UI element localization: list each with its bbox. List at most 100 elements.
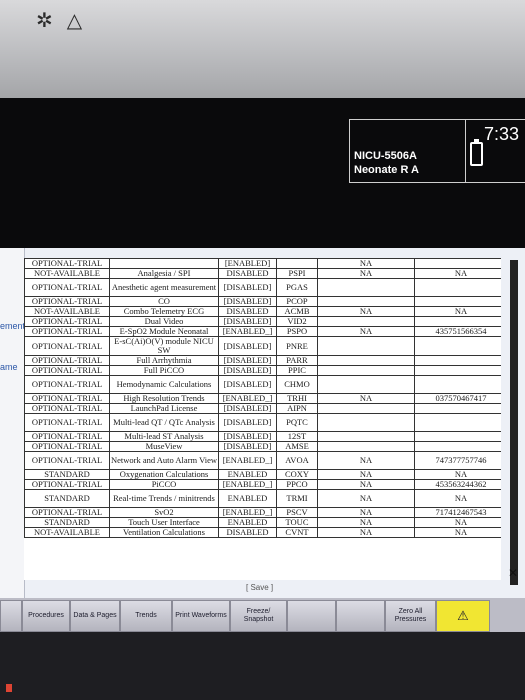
key-cell [317,413,415,432]
state-cell: [DISABLED] [218,296,277,307]
toolbar-button[interactable]: Zero All Pressures [385,600,436,632]
table-row: STANDARD Touch User Interface ENABLED TOUC N… [24,517,501,528]
status-cell: STANDARD [24,517,110,528]
state-cell: [DISABLED] [218,441,277,452]
status-cell: OPTIONAL-TRIAL [24,403,110,414]
left-menu-pane: ement ame [0,248,25,598]
status-cell: OPTIONAL-TRIAL [24,326,110,337]
table-row: STANDARD Real-time Trends / minitrends ENA… [24,489,501,508]
code-cell: TRMI [276,489,318,508]
toolbar-button[interactable]: Data & Pages [70,600,120,632]
code-cell: PSPO [276,326,318,337]
feature-cell: Full PiCCO [109,365,219,376]
feature-cell: Dual Video [109,316,219,327]
table-row: OPTIONAL-TRIAL Network and Auto Alarm Vie… [24,451,501,470]
license-cell: NA [414,517,501,528]
state-cell: [ENABLED_] [218,507,277,518]
feature-cell: MuseView [109,441,219,452]
toolbar-button[interactable]: Procedures [22,600,70,632]
feature-cell: Multi-lead ST Analysis [109,431,219,442]
clock-time: 7:33 [483,124,519,144]
feature-cell: Real-time Trends / minitrends [109,489,219,508]
state-cell: [DISABLED] [218,365,277,376]
table-row: NOT-AVAILABLE Analgesia / SPI DISABLED PSPI… [24,268,501,279]
key-cell [317,441,415,452]
state-cell: DISABLED [218,268,277,279]
status-cell: OPTIONAL-TRIAL [24,316,110,327]
battery-icon [470,139,483,166]
license-cell: NA [414,306,501,317]
code-cell: COXY [276,469,318,480]
feature-cell: E-sC(Ai)O(V) module NICU SW [109,336,219,356]
menu-item-fragment[interactable]: ement [0,321,25,331]
license-cell: NA [414,469,501,480]
vertical-scrollbar[interactable] [510,260,518,585]
key-cell: NA [317,489,415,508]
table-row: OPTIONAL-TRIAL Full PiCCO [DISABLED] PPIC [24,365,501,376]
feature-cell: Touch User Interface [109,517,219,528]
toolbar-button[interactable] [0,600,22,632]
toolbar-button[interactable]: Freeze/ Snapshot [230,600,287,632]
code-cell: PSCV [276,507,318,518]
table-row: OPTIONAL-TRIAL Anesthetic agent measureme… [24,278,501,297]
patient-info-box[interactable]: NICU-5506A Neonate R A [349,119,466,183]
feature-cell: High Resolution Trends [109,393,219,404]
license-cell [414,375,501,394]
state-cell: [DISABLED] [218,355,277,366]
license-cell: NA [414,527,501,538]
toolbar-button[interactable]: Trends [120,600,172,632]
code-cell: VID2 [276,316,318,327]
feature-cell [109,258,219,269]
license-cell: 717412467543 [414,507,501,518]
state-cell: [DISABLED] [218,375,277,394]
key-cell: NA [317,527,415,538]
feature-cell: SvO2 [109,507,219,518]
license-cell [414,441,501,452]
key-cell: NA [317,258,415,269]
state-cell: [ENABLED_] [218,479,277,490]
key-cell [317,296,415,307]
license-cell [414,278,501,297]
key-cell: NA [317,469,415,480]
toolbar-button[interactable] [287,600,336,632]
save-bar: [ Save ] [0,580,525,598]
state-cell: ENABLED [218,469,277,480]
feature-cell: Analgesia / SPI [109,268,219,279]
key-cell: NA [317,268,415,279]
toolbar-button[interactable] [336,600,385,632]
code-cell: PCOP [276,296,318,307]
code-cell: PGAS [276,278,318,297]
license-cell [414,296,501,307]
license-cell [414,258,501,269]
status-cell: OPTIONAL-TRIAL [24,431,110,442]
status-cell: OPTIONAL-TRIAL [24,507,110,518]
status-cell: OPTIONAL-TRIAL [24,441,110,452]
alarm-silence-button[interactable]: ⚠ [436,600,490,632]
license-cell [414,355,501,366]
key-cell: NA [317,451,415,470]
code-cell: AIPN [276,403,318,414]
status-cell: NOT-AVAILABLE [24,268,110,279]
toolbar-button[interactable]: Print Waveforms [172,600,230,632]
table-row: OPTIONAL-TRIAL Hemodynamic Calculations [D… [24,375,501,394]
service-license-window: ement ame OPTIONAL-TRIAL [ENABLED] NA NOT-A… [0,248,525,598]
table-row: OPTIONAL-TRIAL E-sC(Ai)O(V) module NICU S… [24,336,501,356]
key-cell [317,316,415,327]
menu-item-fragment[interactable]: ame [0,362,18,372]
code-cell: PPCO [276,479,318,490]
code-cell: 12ST [276,431,318,442]
key-cell [317,355,415,366]
license-cell: 435751566354 [414,326,501,337]
feature-cell: Multi-lead QT / QTc Analysis [109,413,219,432]
key-cell [317,278,415,297]
scroll-down-arrow-icon[interactable]: ✕ [508,566,518,580]
table-row: OPTIONAL-TRIAL SvO2 [ENABLED_] PSCV NA 717412… [24,507,501,518]
license-cell [414,413,501,432]
code-cell: ACMB [276,306,318,317]
key-cell [317,431,415,442]
feature-cell: Ventilation Calculations [109,527,219,538]
code-cell: PQTC [276,413,318,432]
power-indicator-icon [6,684,12,692]
save-button[interactable]: [ Save ] [246,583,273,592]
key-cell: NA [317,326,415,337]
